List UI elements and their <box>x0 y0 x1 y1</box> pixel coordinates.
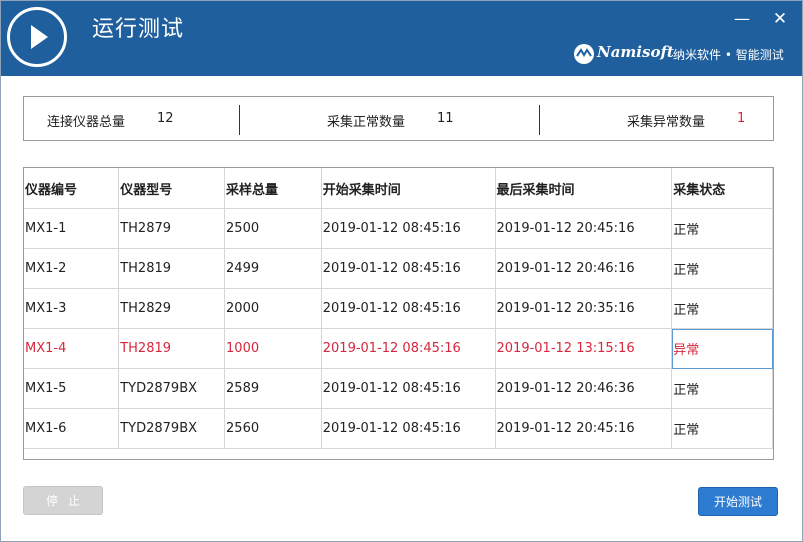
stats-divider <box>539 105 540 135</box>
table-cell[interactable]: 2019-01-12 08:45:16 <box>321 328 496 369</box>
table-cell[interactable]: TH2829 <box>118 288 226 329</box>
total-instruments-label: 连接仪器总量 <box>47 115 126 130</box>
stats-panel: 连接仪器总量 12 采集正常数量 11 采集异常数量 1 <box>23 96 774 141</box>
table-row[interactable]: MX1-3 TH2829 2000 2019-01-12 08:45:16 20… <box>24 288 773 329</box>
table-cell[interactable]: 2019-01-12 08:45:16 <box>321 208 496 249</box>
brand-name: Namisoft <box>597 43 674 61</box>
status-cell[interactable]: 正常 <box>671 368 773 409</box>
table-cell[interactable]: MX1-4 <box>24 328 120 369</box>
table-header-row: 仪器编号 仪器型号 采样总量 开始采集时间 最后采集时间 采集状态 <box>24 168 773 209</box>
table-cell[interactable]: 2019-01-12 08:45:16 <box>321 408 496 449</box>
table-cell[interactable]: MX1-2 <box>24 248 120 289</box>
instrument-table: 仪器编号 仪器型号 采样总量 开始采集时间 最后采集时间 采集状态 MX1-1 … <box>23 167 774 460</box>
table-row[interactable]: MX1-2 TH2819 2499 2019-01-12 08:45:16 20… <box>24 248 773 289</box>
app-window: 运行测试 — ✕ Namisoft 纳米软件 • 智能测试 连接仪器总量 12 … <box>0 0 803 542</box>
table-cell[interactable]: 2019-01-12 08:45:16 <box>321 368 496 409</box>
table-cell[interactable]: 2560 <box>224 408 322 449</box>
table-cell[interactable]: 2500 <box>224 208 322 249</box>
table-cell[interactable]: MX1-5 <box>24 368 120 409</box>
namisoft-logo-icon <box>574 44 594 64</box>
abnormal-count-label: 采集异常数量 <box>627 115 706 130</box>
table-cell[interactable]: 2499 <box>224 248 322 289</box>
table-cell[interactable]: 2019-01-12 20:35:16 <box>495 288 673 329</box>
play-icon <box>7 7 67 67</box>
table-cell[interactable]: 2019-01-12 20:46:36 <box>495 368 673 409</box>
normal-count-value: 11 <box>437 111 454 126</box>
brand-subtitle: 纳米软件 • 智能测试 <box>673 48 784 62</box>
normal-count-label: 采集正常数量 <box>327 115 406 130</box>
table-cell[interactable]: 2019-01-12 20:45:16 <box>495 408 673 449</box>
table-cell[interactable]: 2000 <box>224 288 322 329</box>
status-cell[interactable]: 正常 <box>671 408 773 449</box>
column-header[interactable]: 开始采集时间 <box>321 168 496 209</box>
column-header[interactable]: 仪器型号 <box>118 168 226 209</box>
table-cell[interactable]: TYD2879BX <box>118 368 226 409</box>
status-cell[interactable]: 正常 <box>671 248 773 289</box>
table-cell[interactable]: MX1-3 <box>24 288 120 329</box>
status-cell-selected[interactable]: 异常 <box>671 328 773 369</box>
table-cell[interactable]: TYD2879BX <box>118 408 226 449</box>
table-cell[interactable]: 2019-01-12 20:45:16 <box>495 208 673 249</box>
table-cell[interactable]: MX1-6 <box>24 408 120 449</box>
minimize-button[interactable]: — <box>732 9 752 29</box>
start-test-button[interactable]: 开始测试 <box>698 487 778 516</box>
column-header[interactable]: 仪器编号 <box>24 168 120 209</box>
table-cell[interactable]: TH2819 <box>118 328 226 369</box>
table-row[interactable]: MX1-5 TYD2879BX 2589 2019-01-12 08:45:16… <box>24 368 773 409</box>
abnormal-count-value: 1 <box>737 111 746 126</box>
table-row[interactable]: MX1-1 TH2879 2500 2019-01-12 08:45:16 20… <box>24 208 773 249</box>
table-cell[interactable]: TH2879 <box>118 208 226 249</box>
column-header[interactable]: 采样总量 <box>224 168 322 209</box>
column-header[interactable]: 采集状态 <box>671 168 773 209</box>
table-cell[interactable]: 2019-01-12 13:15:16 <box>495 328 673 369</box>
close-button[interactable]: ✕ <box>770 9 790 29</box>
table-cell[interactable]: 2589 <box>224 368 322 409</box>
stop-button[interactable]: 停止 <box>23 486 103 515</box>
table-row-abnormal[interactable]: MX1-4 TH2819 1000 2019-01-12 08:45:16 20… <box>24 328 773 369</box>
status-cell[interactable]: 正常 <box>671 288 773 329</box>
stats-divider <box>239 105 240 135</box>
table-cell[interactable]: TH2819 <box>118 248 226 289</box>
status-cell[interactable]: 正常 <box>671 208 773 249</box>
table-cell[interactable]: 2019-01-12 20:46:16 <box>495 248 673 289</box>
table-row[interactable]: MX1-6 TYD2879BX 2560 2019-01-12 08:45:16… <box>24 408 773 449</box>
table-cell[interactable]: 1000 <box>224 328 322 369</box>
total-instruments-value: 12 <box>157 111 174 126</box>
table-cell[interactable]: 2019-01-12 08:45:16 <box>321 288 496 329</box>
window-title: 运行测试 <box>92 17 185 42</box>
table-cell[interactable]: MX1-1 <box>24 208 120 249</box>
column-header[interactable]: 最后采集时间 <box>495 168 673 209</box>
table-cell[interactable]: 2019-01-12 08:45:16 <box>321 248 496 289</box>
title-bar: 运行测试 — ✕ Namisoft 纳米软件 • 智能测试 <box>1 1 802 76</box>
